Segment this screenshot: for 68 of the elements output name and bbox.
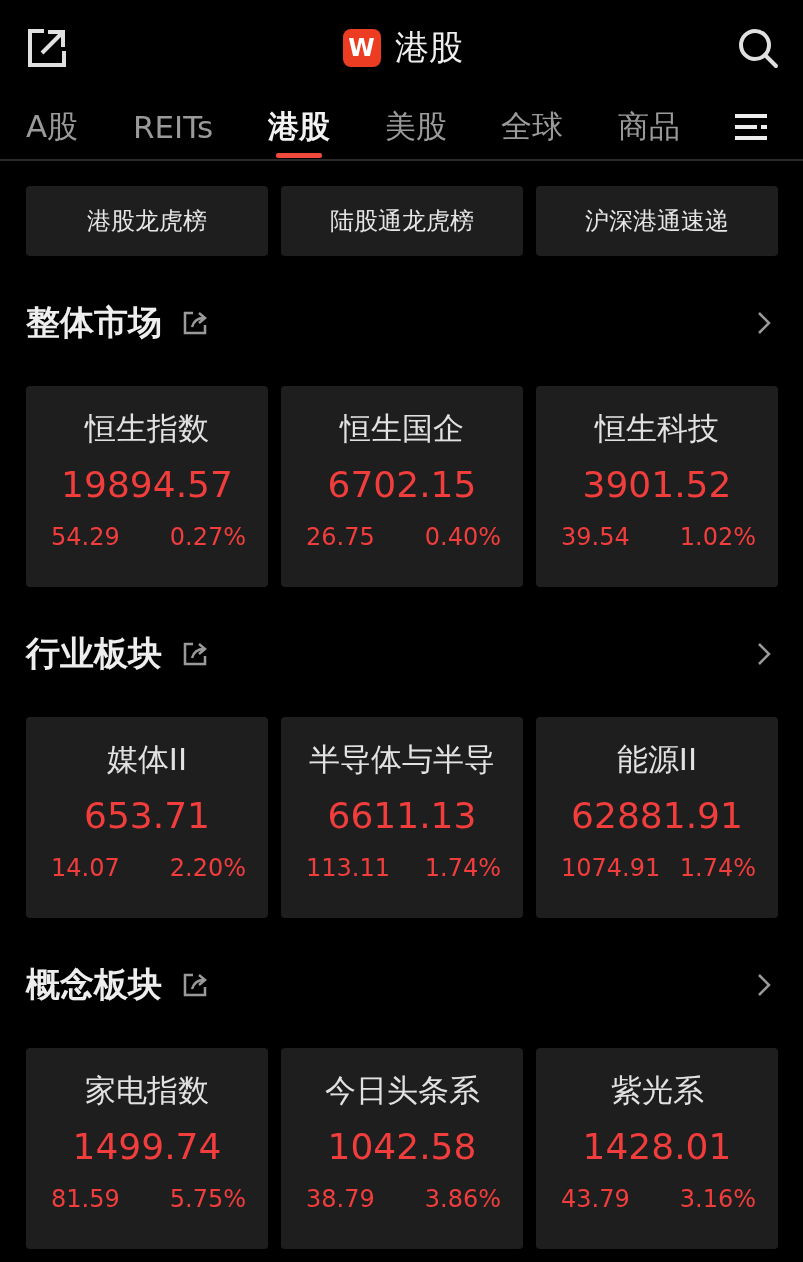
price-change: 54.29 xyxy=(51,523,120,551)
index-name: 恒生指数 xyxy=(85,409,209,448)
index-card[interactable]: 今日头条系 1042.58 38.79 3.86% xyxy=(281,1048,523,1249)
market-tab[interactable]: A股 xyxy=(26,94,79,160)
percent-change: 3.16% xyxy=(679,1185,756,1213)
percent-change: 0.40% xyxy=(424,523,501,551)
index-name: 家电指数 xyxy=(85,1071,209,1110)
chevron-right-icon[interactable] xyxy=(757,973,771,997)
index-card[interactable]: 紫光系 1428.01 43.79 3.16% xyxy=(536,1048,778,1249)
index-card[interactable]: 能源II 62881.91 1074.91 1.74% xyxy=(536,717,778,918)
section-title: 行业板块 xyxy=(26,632,162,675)
index-price: 3901.52 xyxy=(582,464,732,505)
price-change: 14.07 xyxy=(51,854,120,882)
market-tab[interactable]: 商品 xyxy=(618,94,681,160)
index-price: 1042.58 xyxy=(327,1126,477,1167)
index-name: 恒生国企 xyxy=(340,409,464,448)
page-title: 港股 xyxy=(394,25,463,69)
app-logo: W xyxy=(342,28,381,67)
percent-change: 5.75% xyxy=(169,1185,246,1213)
menu-icon[interactable] xyxy=(734,114,767,140)
price-change: 38.79 xyxy=(306,1185,375,1213)
index-name: 能源II xyxy=(616,740,698,779)
section-title: 概念板块 xyxy=(26,963,162,1006)
index-price: 62881.91 xyxy=(571,795,743,836)
market-tab[interactable]: REITs xyxy=(132,94,214,160)
index-card[interactable]: 半导体与半导 6611.13 113.11 1.74% xyxy=(281,717,523,918)
price-change: 43.79 xyxy=(561,1185,630,1213)
price-change: 26.75 xyxy=(306,523,375,551)
index-card[interactable]: 恒生科技 3901.52 39.54 1.02% xyxy=(536,386,778,587)
index-card[interactable]: 恒生国企 6702.15 26.75 0.40% xyxy=(281,386,523,587)
percent-change: 1.74% xyxy=(679,854,756,882)
index-card[interactable]: 家电指数 1499.74 81.59 5.75% xyxy=(26,1048,268,1249)
price-change: 39.54 xyxy=(561,523,630,551)
price-change: 113.11 xyxy=(306,854,390,882)
market-tab[interactable]: 全球 xyxy=(501,94,564,160)
percent-change: 1.74% xyxy=(424,854,501,882)
chevron-right-icon[interactable] xyxy=(757,642,771,666)
market-tab[interactable]: 港股 xyxy=(267,94,330,160)
share-icon[interactable] xyxy=(26,26,68,69)
index-name: 紫光系 xyxy=(610,1071,704,1110)
share-icon[interactable] xyxy=(182,972,208,998)
price-change: 1074.91 xyxy=(561,854,661,882)
quick-link-button[interactable]: 港股龙虎榜 xyxy=(26,186,268,256)
index-price: 19894.57 xyxy=(61,464,233,505)
search-icon[interactable] xyxy=(737,26,779,69)
percent-change: 1.02% xyxy=(679,523,756,551)
share-icon[interactable] xyxy=(182,641,208,667)
index-name: 媒体II xyxy=(106,740,188,779)
price-change: 81.59 xyxy=(51,1185,120,1213)
quick-link-button[interactable]: 陆股通龙虎榜 xyxy=(281,186,523,256)
index-card[interactable]: 媒体II 653.71 14.07 2.20% xyxy=(26,717,268,918)
index-price: 6611.13 xyxy=(327,795,477,836)
percent-change: 3.86% xyxy=(424,1185,501,1213)
market-tab[interactable]: 美股 xyxy=(384,94,447,160)
section-title: 整体市场 xyxy=(26,301,162,344)
quick-link-button[interactable]: 沪深港通速递 xyxy=(536,186,778,256)
percent-change: 2.20% xyxy=(169,854,246,882)
index-name: 恒生科技 xyxy=(595,409,719,448)
index-price: 1499.74 xyxy=(72,1126,222,1167)
index-price: 1428.01 xyxy=(582,1126,732,1167)
percent-change: 0.27% xyxy=(169,523,246,551)
index-card[interactable]: 恒生指数 19894.57 54.29 0.27% xyxy=(26,386,268,587)
share-icon[interactable] xyxy=(182,310,208,336)
index-price: 6702.15 xyxy=(327,464,477,505)
index-price: 653.71 xyxy=(84,795,210,836)
chevron-right-icon[interactable] xyxy=(757,311,771,335)
index-name: 半导体与半导 xyxy=(309,740,495,779)
index-name: 今日头条系 xyxy=(324,1071,480,1110)
